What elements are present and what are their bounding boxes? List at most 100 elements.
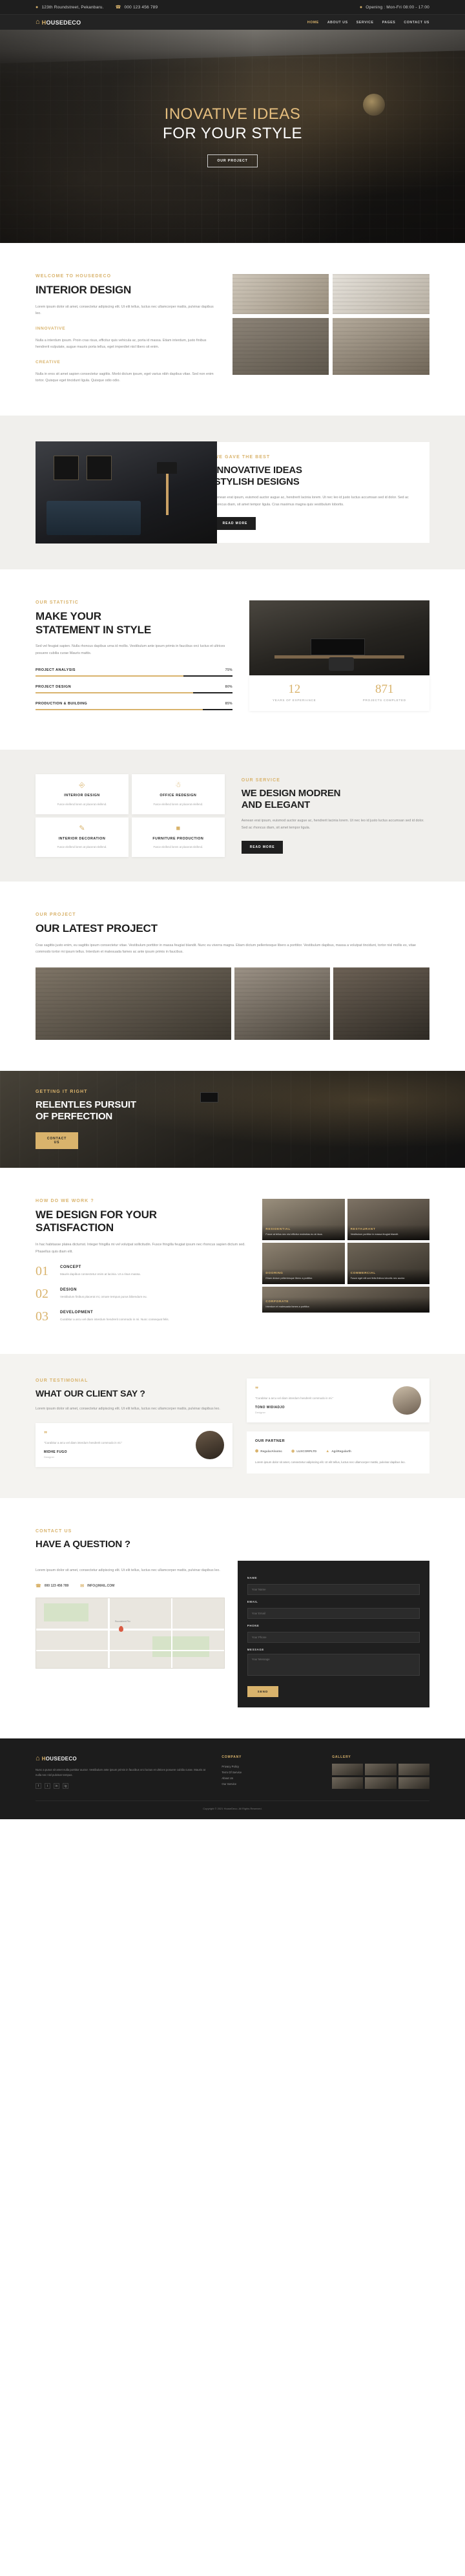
work-categories: RESIDENTIAL Fusce at tellus nec nisi eff… xyxy=(262,1198,429,1324)
service-read-more-button[interactable]: READ MORE xyxy=(241,840,284,854)
progress-bar-row: PROJECT ANALYSIS 75% xyxy=(36,668,232,677)
service-title-line2: AND ELEGANT xyxy=(241,799,310,811)
about-image-4 xyxy=(333,318,429,375)
sofa-icon: ■ xyxy=(176,824,181,832)
about-paragraph: Lorem ipsum dolor sit amet, consectetur … xyxy=(36,304,214,316)
work-step: 01 CONCEPT Mauris dapibus consectetur en… xyxy=(36,1265,248,1278)
quote-text-1: "Curabitur a arcu vel diam interdum hend… xyxy=(255,1397,334,1400)
avatar xyxy=(196,1430,224,1459)
best-read-more-button[interactable]: READ MORE xyxy=(214,517,256,531)
testimonial-paragraph: Lorem ipsum dolor sit amet, consectetur … xyxy=(36,1407,220,1411)
quote-icon: ❞ xyxy=(44,1430,48,1438)
project-image-3[interactable] xyxy=(333,967,429,1040)
category-card[interactable]: COMMERCIAL Fusce eget elit sed felis fin… xyxy=(347,1242,429,1284)
service-card[interactable]: ☃ OFFICE REDESIGN Fusce eleifend lorem a… xyxy=(131,774,225,814)
statistic-counters: 12 YEARS OF EXPERIANCE 871 PROJECTS COMP… xyxy=(249,675,429,711)
statistic-eyebrow: OUR STATISTIC xyxy=(36,600,79,605)
category-card[interactable]: RESTAURANT Vestibulum porttitor in massa… xyxy=(347,1198,429,1240)
service-card-text-0: Fusce eleifend lorem at placerat eleifen… xyxy=(57,802,107,806)
footer-gallery-image[interactable] xyxy=(365,1777,397,1789)
project-image-1[interactable] xyxy=(36,967,231,1040)
project-image-2[interactable] xyxy=(234,967,331,1040)
category-text-0: Fusce at tellus nec nisi efficitur moles… xyxy=(265,1232,323,1236)
footer-link-terms[interactable]: Term Of Service xyxy=(222,1769,319,1775)
topbar-phone-text: 000 123 456 789 xyxy=(124,5,158,10)
quote-icon: ❞ xyxy=(255,1386,259,1394)
work-step: 03 DEVELOPMENT Curabitur a arcu vel diam… xyxy=(36,1310,248,1323)
footer-gallery-image[interactable] xyxy=(398,1764,429,1776)
site-footer: ⌂ HOUSEDECO Nunc a purus sit amet nulla … xyxy=(0,1738,465,1820)
email-input[interactable] xyxy=(247,1608,420,1620)
hexagon-icon: ⬢ xyxy=(255,1450,259,1454)
about-eyebrow: WELCOME TO HOUSEDECO xyxy=(36,274,112,279)
category-card[interactable]: RESIDENTIAL Fusce at tellus nec nisi eff… xyxy=(262,1198,345,1240)
statistic-title-line1: MAKE YOUR xyxy=(36,609,101,622)
hero-title-line2: FOR YOUR STYLE xyxy=(163,125,302,142)
contact-email[interactable]: ✉ INFO@MAIL.COM xyxy=(80,1583,114,1589)
footer-link-privacy[interactable]: Privacy Policy xyxy=(222,1764,319,1769)
work-step-text-0: Mauris dapibus consectetur enim at lacin… xyxy=(60,1272,141,1276)
service-card[interactable]: ■ FURNITURE PRODUCTION Fusce eleifend lo… xyxy=(131,817,225,857)
contact-map[interactable]: Roundstreet Pkn xyxy=(36,1597,225,1669)
about-sub1-title: INNOVATIVE xyxy=(36,326,66,331)
progress-label-1: PROJECT DESIGN xyxy=(36,685,72,690)
service-eyebrow: OUR SERVICE xyxy=(241,777,281,783)
nav-item-pages[interactable]: PAGES xyxy=(382,21,396,25)
name-input[interactable] xyxy=(247,1584,420,1596)
footer-logo[interactable]: ⌂ HOUSEDECO xyxy=(36,1755,209,1762)
nav-item-home[interactable]: HOME xyxy=(307,21,319,25)
partner-item: ▲ AgriRegularth xyxy=(326,1449,351,1453)
category-card[interactable]: DOORING Etiam dictum pellentesque libero… xyxy=(262,1242,345,1284)
topbar-phone[interactable]: ☎ 000 123 456 789 xyxy=(116,5,158,10)
hero-cta-button[interactable]: OUR PROJECT xyxy=(207,154,258,167)
footer-gallery-image[interactable] xyxy=(332,1777,364,1789)
statistic-progress-bars: PROJECT ANALYSIS 75% PROJECT DESIGN 80% … xyxy=(36,668,232,711)
footer-link-service[interactable]: Our Service xyxy=(222,1781,319,1787)
work-step-title-0: CONCEPT xyxy=(60,1265,81,1270)
service-card[interactable]: ⎆ INTERIOR DESIGN Fusce eleifend lorem a… xyxy=(36,774,129,814)
message-input[interactable] xyxy=(247,1654,420,1676)
footer-link-about[interactable]: About Us xyxy=(222,1775,319,1781)
service-card[interactable]: ✎ INTERIOR DECORATION Fusce eleifend lor… xyxy=(36,817,129,857)
progress-pct-2: 85% xyxy=(225,702,232,706)
send-button[interactable]: SEND xyxy=(247,1686,279,1698)
about-image-3 xyxy=(232,318,329,375)
phone-icon: ☎ xyxy=(36,1583,41,1589)
footer-gallery-image[interactable] xyxy=(332,1764,364,1776)
category-card[interactable]: CORPORATE Interdum et malesuada fames a … xyxy=(262,1286,429,1313)
category-title-2: DOORING xyxy=(265,1271,284,1275)
about-title: INTERIOR DESIGN xyxy=(36,284,132,296)
statistic-title-line2: STATEMENT IN STYLE xyxy=(36,623,151,636)
progress-bar-row: PROJECT DESIGN 80% xyxy=(36,685,232,694)
house-icon: ⌂ xyxy=(36,1755,40,1763)
quote-text-0: "Curabitur a arcu vel diam interdum hend… xyxy=(44,1441,123,1444)
nav-item-about-us[interactable]: ABOUT US xyxy=(327,21,348,25)
nav-item-contact-us[interactable]: CONTACT US xyxy=(404,21,429,25)
work-eyebrow: HOW DO WE WORK ? xyxy=(36,1198,94,1203)
project-gallery xyxy=(36,967,429,1040)
service-card-title-3: FURNITURE PRODUCTION xyxy=(152,836,204,841)
pursuit-contact-button[interactable]: CONTACT US xyxy=(36,1132,78,1149)
contact-phone[interactable]: ☎ 000 123 456 789 xyxy=(36,1583,68,1589)
instagram-icon[interactable]: ig xyxy=(63,1783,68,1789)
testimonial-card: ❞ "Curabitur a arcu vel diam interdum he… xyxy=(36,1422,232,1467)
linkedin-icon[interactable]: in xyxy=(54,1783,59,1789)
counter-label-1: PROJECTS COMPLETED xyxy=(362,698,406,702)
nav-item-service[interactable]: SERVICE xyxy=(356,21,374,25)
contact-form[interactable]: NAME EMAIL PHONE MESSAGE SEND xyxy=(237,1561,429,1708)
facebook-icon[interactable]: f xyxy=(36,1783,41,1789)
work-title-line2: SATISFACTION xyxy=(36,1221,114,1234)
best-paragraph: Aenean erat ipsum, euismod auctor augue … xyxy=(214,496,409,507)
footer-gallery-image[interactable] xyxy=(365,1764,397,1776)
partner-item: ◉ LUXCORPLTD xyxy=(291,1449,316,1453)
phone-input[interactable] xyxy=(247,1632,420,1643)
about-section: WELCOME TO HOUSEDECO INTERIOR DESIGN Lor… xyxy=(0,243,465,416)
site-header: ⌂ HOUSEDECO HOME ABOUT US SERVICE PAGES … xyxy=(0,14,465,30)
avatar xyxy=(393,1386,421,1415)
circle-icon: ◉ xyxy=(291,1450,295,1454)
twitter-icon[interactable]: t xyxy=(45,1783,50,1789)
footer-gallery-image[interactable] xyxy=(398,1777,429,1789)
site-logo[interactable]: ⌂ HOUSEDECO xyxy=(36,19,81,26)
location-pin-icon: ● xyxy=(36,5,39,10)
main-navigation[interactable]: HOME ABOUT US SERVICE PAGES CONTACT US xyxy=(307,21,429,25)
